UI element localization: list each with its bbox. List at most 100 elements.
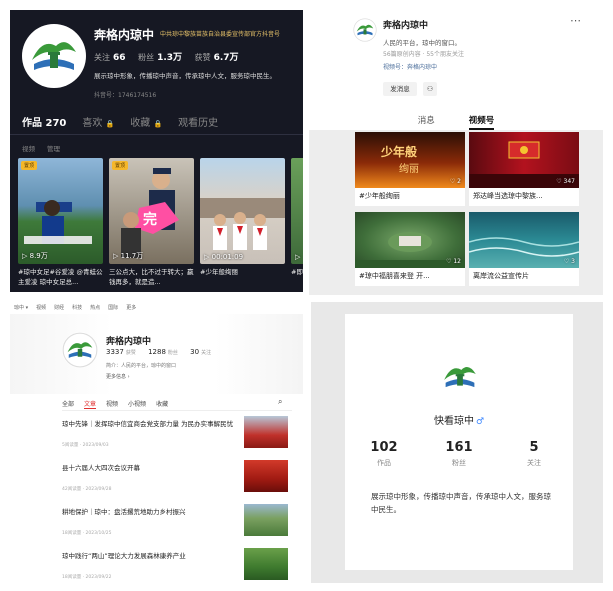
article-title: 琼中先锋｜发挥琼中信宜商会党支部力量 为民办实事解民忧 xyxy=(62,420,234,428)
video-thumbnail[interactable]: 完 置顶 ▷ 11.7万 xyxy=(109,158,194,264)
toutiao-profile-panel: 琼中 ▾ 视频 财经 科技 热点 国际 更多 奔格内琼中 3337 获赞 1288… xyxy=(10,300,303,583)
video-caption[interactable]: #少年般绚丽 xyxy=(200,267,285,289)
article-title: 耕地保护｜琼中：盘活撂荒地助力乡村振兴 xyxy=(62,508,186,516)
article-row[interactable]: 县十六届人大四次会议开幕 42阅读量 · 2023/09/28 xyxy=(62,460,292,500)
channels-bio: 人民的平台，琼中的窗口。 xyxy=(383,39,461,47)
tab-all[interactable]: 全部 xyxy=(62,399,74,409)
video-caption[interactable]: 三公点大，比不过于转大；赢钱再多，就是造... xyxy=(109,267,194,289)
douyin-avatar[interactable] xyxy=(22,24,86,88)
article-row[interactable]: 琼中践行“两山”理论大力发展森林康养产业 18阅读量 · 2023/09/22 xyxy=(62,548,292,583)
video-thumbnail: 少年般 绚丽 ♡ 2 xyxy=(355,132,465,188)
article-thumbnail xyxy=(244,460,288,492)
tab-favorites[interactable]: 收藏 xyxy=(156,399,168,409)
like-count: ♡ 3 xyxy=(563,258,575,265)
nav-item[interactable]: 国际 xyxy=(108,304,118,311)
douyin-profile-panel: 奔格内琼中 中共琼中黎族苗族自治县委宣传部官方抖音号 关注 66 粉丝 1.3万 获… xyxy=(10,10,303,292)
nav-item[interactable]: 琼中 ▾ xyxy=(14,304,28,311)
tab-channels[interactable]: 视频号 xyxy=(468,108,495,130)
lock-icon: 🔒 xyxy=(105,120,115,128)
stat-label: 获赞 xyxy=(194,53,211,62)
play-icon: ▷ xyxy=(295,253,301,261)
top-nav: 琼中 ▾ 视频 财经 科技 热点 国际 更多 xyxy=(10,304,303,311)
video-thumbnail: ♡ 12 xyxy=(355,212,465,268)
channels-tabs: 消息 视频号 xyxy=(309,108,603,130)
more-icon[interactable]: ⋯ xyxy=(570,14,581,27)
svg-text:绚丽: 绚丽 xyxy=(399,162,419,175)
channels-meta: 56篇原创内容 · 55个朋友关注 xyxy=(383,51,464,58)
video-thumbnail[interactable]: ▷ xyxy=(291,158,303,264)
verified-badge: 中共琼中黎族苗族自治县委宣传部官方抖音号 xyxy=(160,31,281,38)
toutiao-account-name: 奔格内琼中 xyxy=(106,337,152,347)
stat-value: 5 xyxy=(529,440,539,455)
sunset-title-icon: 少年般 绚丽 xyxy=(380,144,419,175)
douyin-video-grid: 置顶 ▷ 8.9万 完 置顶 ▷ 11.7万 ▷ 00:01:09 ▷ xyxy=(18,158,303,264)
video-caption[interactable]: #即 xyxy=(291,267,303,289)
video-thumbnail[interactable]: ▷ 00:01:09 xyxy=(200,158,285,264)
pinned-badge: 置顶 xyxy=(21,161,38,170)
play-count: ▷ 11.7万 xyxy=(113,251,143,261)
tab-history[interactable]: 观看历史 xyxy=(178,114,218,129)
article-meta: 42阅读量 · 2023/09/28 xyxy=(62,487,112,492)
stat-value[interactable]: 1.3万 xyxy=(157,53,182,63)
stat-value[interactable]: 30 xyxy=(190,348,199,356)
article-title: 琼中践行“两山”理论大力发展森林康养产业 xyxy=(62,552,186,560)
stat-value[interactable]: 6.7万 xyxy=(214,53,239,63)
toutiao-stats: 3337 获赞 1288 粉丝 30 关注 xyxy=(106,348,221,356)
toutiao-avatar[interactable] xyxy=(62,332,98,368)
subtab-manage[interactable]: 管理 xyxy=(47,143,60,153)
stat-label: 粉丝 xyxy=(167,350,178,356)
logo-icon xyxy=(353,18,377,42)
subtab-videos[interactable]: 视频 xyxy=(22,143,35,153)
play-icon: ▷ xyxy=(22,252,28,260)
stat-value[interactable]: 1288 xyxy=(148,348,166,356)
nav-item[interactable]: 更多 xyxy=(126,304,136,311)
search-icon[interactable]: ⌕ xyxy=(278,397,282,407)
stat-following[interactable]: 5 关注 xyxy=(499,440,569,468)
male-icon: ♂ xyxy=(475,417,485,427)
toutiao-tabs: 全部 文章 视频 小视频 收藏 xyxy=(62,399,168,409)
article-row[interactable]: 琼中先锋｜发挥琼中信宜商会党支部力量 为民办实事解民忧 5阅读量 · 2023/… xyxy=(62,416,292,456)
channels-avatar[interactable] xyxy=(353,18,377,42)
video-thumbnail: ♡ 347 xyxy=(469,132,579,188)
tab-label: 喜欢 xyxy=(82,118,103,129)
channels-profile-panel: 奔格内琼中 ⋯ 人民的平台，琼中的窗口。 56篇原创内容 · 55个朋友关注 视… xyxy=(309,10,603,295)
tab-favorites[interactable]: 收藏 🔒 xyxy=(130,114,162,129)
play-icon: ▷ xyxy=(204,253,210,261)
tab-short-videos[interactable]: 小视频 xyxy=(128,399,146,409)
more-info-link[interactable]: 更多信息 › xyxy=(106,373,130,380)
stat-label: 关注 xyxy=(201,350,212,356)
add-user-icon[interactable]: ⚇ xyxy=(423,82,437,96)
nav-item[interactable]: 视频 xyxy=(36,304,46,311)
stat-works[interactable]: 102 作品 xyxy=(349,440,419,468)
stat-label: 关注 xyxy=(527,459,541,467)
channel-video-card[interactable]: ♡ 3 离岸流公益宣传片 xyxy=(469,212,579,286)
stat-value[interactable]: 66 xyxy=(113,53,126,63)
channel-link[interactable]: 视频号：奔格内琼中 xyxy=(383,62,437,71)
douyin-account-name: 奔格内琼中 xyxy=(94,28,155,42)
channel-video-card[interactable]: ♡ 12 #琼中福朋喜来登 开... xyxy=(355,212,465,286)
tab-videos[interactable]: 视频 xyxy=(106,399,118,409)
channel-video-card[interactable]: 少年般 绚丽 ♡ 2 #少年般绚丽 xyxy=(355,132,465,206)
police-scene-icon: 完 xyxy=(121,168,179,258)
kuaishou-bio: 展示琼中形象，传播琼中声音，传承琼中人文，服务琼中民生。 xyxy=(371,492,551,514)
douyin-subtabs: 视频 管理 xyxy=(22,143,60,153)
nav-item[interactable]: 财经 xyxy=(54,304,64,311)
nav-item[interactable]: 科技 xyxy=(72,304,82,311)
video-caption[interactable]: #琼中女足#谷爱凌 @青蛙公主爱凌 琼中女足总... xyxy=(18,267,103,289)
article-row[interactable]: 耕地保护｜琼中：盘活撂荒地助力乡村振兴 18阅读量 · 2023/10/25 xyxy=(62,504,292,544)
video-thumbnail[interactable]: 置顶 ▷ 8.9万 xyxy=(18,158,103,264)
tab-articles[interactable]: 文章 xyxy=(84,399,97,409)
tab-messages[interactable]: 消息 xyxy=(418,108,435,130)
tab-likes[interactable]: 喜欢 🔒 xyxy=(82,114,114,129)
play-icon: ▷ xyxy=(113,252,119,260)
kuaishou-avatar[interactable] xyxy=(437,354,483,400)
nav-item[interactable]: 热点 xyxy=(90,304,100,311)
channel-video-card[interactable]: ♡ 347 郑达峰当选琼中黎族... xyxy=(469,132,579,206)
send-message-button[interactable]: 发消息 xyxy=(383,82,417,96)
stat-followers[interactable]: 161 粉丝 xyxy=(424,440,494,468)
play-count-value: 11.7万 xyxy=(120,252,144,260)
tab-works[interactable]: 作品 270 xyxy=(22,114,66,129)
pinned-badge: 置顶 xyxy=(112,161,129,170)
logo-icon xyxy=(438,355,482,399)
stat-label: 获赞 xyxy=(125,350,136,356)
